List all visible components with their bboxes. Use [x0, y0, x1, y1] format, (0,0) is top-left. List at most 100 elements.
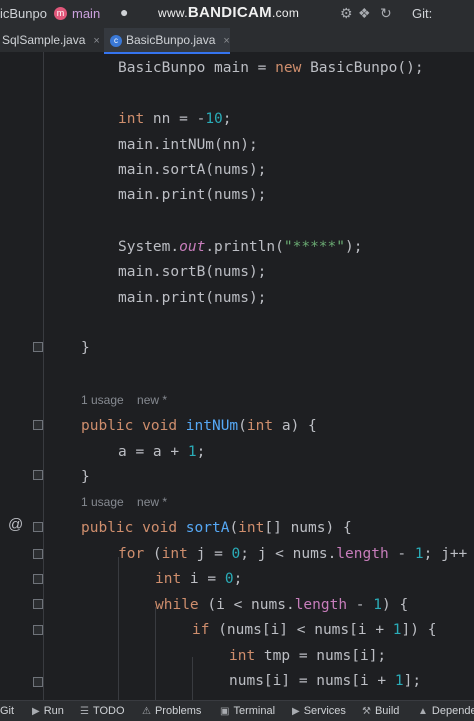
- code-text: main.sortA(nums);: [118, 162, 267, 178]
- todo-icon: ☰: [80, 706, 89, 717]
- code-line-7: main.sortB(nums);: [118, 262, 266, 282]
- code-text: for (int j = 0; j < nums.length - 1; j++: [118, 546, 468, 562]
- services-label: Services: [303, 705, 346, 717]
- services-tool-button[interactable]: ▶ Services: [292, 705, 346, 717]
- fold-icon[interactable]: [33, 470, 43, 480]
- watermark-prefix: www.: [158, 6, 188, 20]
- code-line-19: nums[i] = nums[i + 1];: [229, 671, 421, 691]
- watermark-text: BANDICAM: [187, 4, 272, 21]
- close-icon[interactable]: ×: [223, 35, 229, 47]
- code-text: BasicBunpo main = new BasicBunpo();: [118, 60, 424, 76]
- code-text: main.print(nums);: [118, 290, 267, 306]
- tab-label: BasicBunpo.java: [126, 33, 216, 47]
- author-hint: new *: [137, 495, 168, 509]
- code-text: main.sortB(nums);: [118, 264, 267, 280]
- git-tool-button[interactable]: Git: [0, 705, 14, 717]
- code-text: int tmp = nums[i];: [229, 648, 387, 664]
- code-text: int i = 0;: [155, 571, 243, 587]
- fold-icon[interactable]: [33, 342, 43, 352]
- author-hint: new *: [137, 393, 168, 407]
- terminal-label: Terminal: [233, 705, 276, 717]
- code-line-9: }: [81, 338, 90, 358]
- project-name[interactable]: icBunpo: [0, 6, 47, 21]
- settings-icon[interactable]: ⚙: [340, 5, 353, 22]
- build-tool-button[interactable]: ⚒ Build: [362, 705, 399, 717]
- tab-sqlsample[interactable]: SqlSample.java ×: [0, 28, 107, 52]
- problems-icon: ⚠: [142, 706, 151, 717]
- title-bar: icBunpo m main ● www.BANDICAM.com ⚙ ❖ ↻ …: [0, 0, 474, 28]
- code-line-16: while (i < nums.length - 1) {: [155, 595, 408, 615]
- code-line-1: BasicBunpo main = new BasicBunpo();: [118, 58, 424, 78]
- close-icon[interactable]: ×: [93, 35, 99, 47]
- problems-label: Problems: [154, 705, 202, 717]
- code-text: }: [81, 340, 90, 356]
- dependencies-tool-button[interactable]: ▲ Depende: [418, 705, 474, 717]
- code-text: nums[i] = nums[i + 1];: [229, 673, 422, 689]
- code-line-12: }: [81, 467, 90, 487]
- watermark-suffix: .com: [271, 6, 300, 20]
- bug-icon[interactable]: ❖: [358, 5, 371, 22]
- dependencies-label: Depende: [431, 705, 474, 717]
- fold-icon[interactable]: [33, 522, 43, 532]
- tool-window-bar: Git ▶ Run ☰ TODO ⚠ Problems ▣ Terminal ▶ Serv…: [0, 700, 474, 721]
- tab-basicbunpo[interactable]: c BasicBunpo.java ×: [104, 28, 230, 54]
- code-text: }: [81, 469, 90, 485]
- git-label[interactable]: Git:: [412, 6, 432, 21]
- todo-label: TODO: [92, 705, 125, 717]
- run-icon: ▶: [32, 706, 40, 717]
- dependencies-icon: ▲: [418, 706, 428, 717]
- tab-label: SqlSample.java: [2, 33, 86, 47]
- fold-icon[interactable]: [33, 625, 43, 635]
- java-class-icon: c: [110, 34, 122, 47]
- indent-guide: [118, 557, 119, 700]
- fold-icon[interactable]: [33, 420, 43, 430]
- code-line-8: main.print(nums);: [118, 288, 266, 308]
- editor-tabs: SqlSample.java × c BasicBunpo.java ×: [0, 28, 474, 54]
- terminal-tool-button[interactable]: ▣ Terminal: [220, 705, 275, 717]
- code-line-4: main.sortA(nums);: [118, 160, 266, 180]
- code-line-3: main.intNUm(nn);: [118, 135, 258, 155]
- code-line-13: public void sortA(int[] nums) {: [81, 518, 352, 538]
- code-line-11: a = a + 1;: [118, 442, 205, 462]
- code-line-2: int nn = -10;: [118, 109, 232, 129]
- code-text: System.out.println("*****");: [118, 239, 363, 255]
- code-text: public void intNUm(int a) {: [81, 418, 317, 434]
- fold-icon[interactable]: [33, 599, 43, 609]
- usage-hint[interactable]: 1 usage new *: [81, 393, 167, 407]
- services-icon: ▶: [292, 706, 300, 717]
- code-text: public void sortA(int[] nums) {: [81, 520, 352, 536]
- usage-count: 1 usage: [81, 495, 124, 509]
- code-line-18: int tmp = nums[i];: [229, 646, 386, 666]
- code-text: if (nums[i] < nums[i + 1]) {: [192, 622, 437, 638]
- module-icon: m: [54, 7, 67, 20]
- fold-icon[interactable]: [33, 677, 43, 687]
- indent-guide: [155, 607, 156, 700]
- indent-guide: [192, 657, 193, 700]
- fold-icon[interactable]: [33, 549, 43, 559]
- user-icon[interactable]: ●: [120, 4, 128, 20]
- refresh-icon[interactable]: ↻: [380, 5, 392, 22]
- code-text: main.intNUm(nn);: [118, 137, 258, 153]
- code-line-14: for (int j = 0; j < nums.length - 1; j++: [118, 544, 467, 564]
- usage-hint[interactable]: 1 usage new *: [81, 495, 167, 509]
- run-label: Run: [43, 705, 64, 717]
- build-icon: ⚒: [362, 706, 371, 717]
- code-editor[interactable]: @ BasicBunpo main = new BasicBunpo(); in…: [0, 52, 474, 700]
- code-text: a = a + 1;: [118, 444, 206, 460]
- git-label: Git: [0, 705, 15, 717]
- todo-tool-button[interactable]: ☰ TODO: [80, 705, 125, 717]
- code-line-15: int i = 0;: [155, 569, 242, 589]
- problems-tool-button[interactable]: ⚠ Problems: [142, 705, 201, 717]
- code-line-6: System.out.println("*****");: [118, 237, 362, 257]
- implements-icon[interactable]: @: [8, 516, 23, 533]
- branch-name[interactable]: main: [72, 6, 100, 21]
- code-text: main.print(nums);: [118, 187, 267, 203]
- code-line-17: if (nums[i] < nums[i + 1]) {: [192, 620, 436, 640]
- run-tool-button[interactable]: ▶ Run: [32, 705, 64, 717]
- code-line-10: public void intNUm(int a) {: [81, 416, 317, 436]
- bandicam-watermark: www.BANDICAM.com: [158, 4, 299, 21]
- fold-icon[interactable]: [33, 574, 43, 584]
- code-line-5: main.print(nums);: [118, 185, 266, 205]
- usage-count: 1 usage: [81, 393, 124, 407]
- gutter-divider: [43, 52, 44, 700]
